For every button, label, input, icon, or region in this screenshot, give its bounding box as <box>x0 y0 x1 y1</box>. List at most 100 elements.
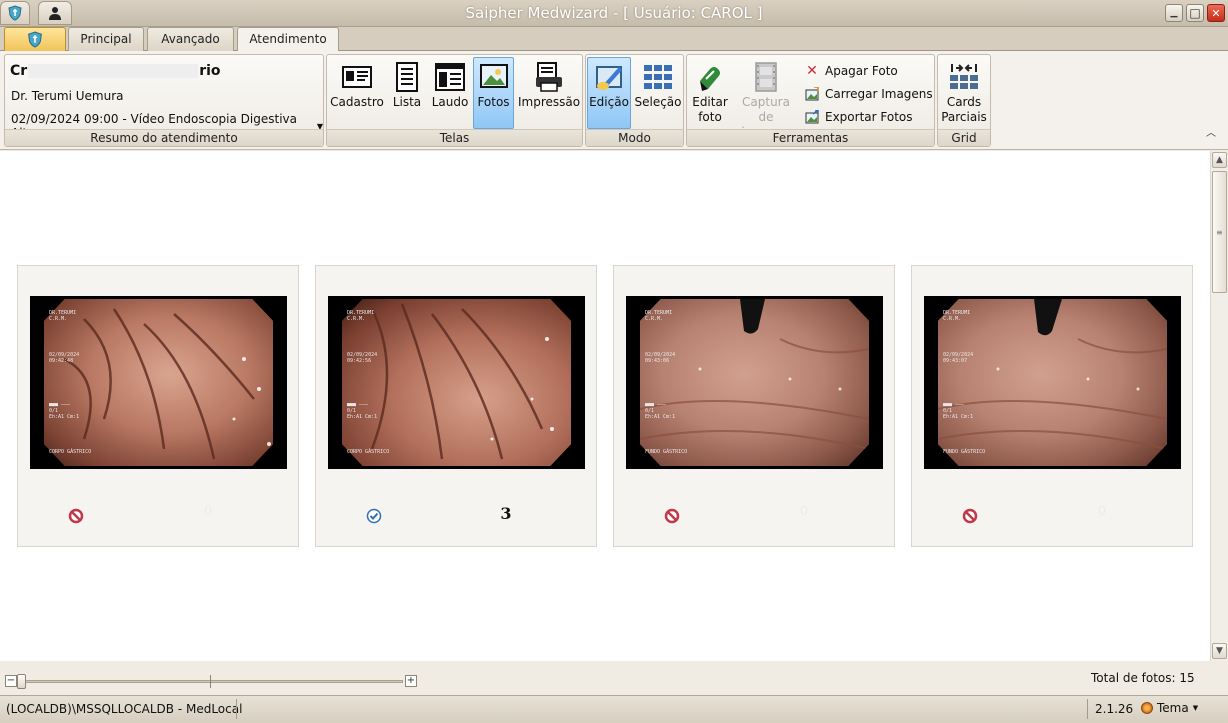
tab-avancado[interactable]: Avançado <box>147 27 234 51</box>
overlay-time: 09:42:48 <box>49 358 74 364</box>
collapse-ribbon-button[interactable]: ︿ <box>1204 127 1218 141</box>
grip-icon: ≡ <box>1216 228 1223 237</box>
apagar-foto-button[interactable]: ✕ Apagar Foto <box>805 61 898 81</box>
photo-overlay-top: DR.TERUMI C.R.M. <box>645 310 672 322</box>
group-ferramentas: Editar foto Captura de imagem ✕ Apagar F… <box>686 54 935 147</box>
selecao-label: Seleção <box>634 95 682 109</box>
prohibited-icon[interactable] <box>962 508 978 524</box>
endoscopy-photo[interactable]: DR.TERUMI C.R.M. 02/09/2024 09:42:48 ■■■… <box>30 296 287 469</box>
zoom-slider-thumb[interactable] <box>17 674 26 689</box>
prohibited-icon[interactable] <box>68 508 84 524</box>
theme-label: Tema <box>1157 701 1189 715</box>
exportar-fotos-label: Exportar Fotos <box>825 110 913 124</box>
overlay-meta3: Eh:A1 Cm:1 <box>943 414 974 420</box>
cards-parciais-button[interactable]: Cards Parciais <box>939 57 989 129</box>
patient-name-start: Cr <box>10 63 28 79</box>
overlay-time: 09:42:56 <box>347 358 372 364</box>
zoom-slider[interactable] <box>20 680 403 683</box>
close-button[interactable]: ✕ <box>1207 4 1225 22</box>
photo-overlay-datetime: 02/09/2024 09:42:48 <box>49 352 79 364</box>
cadastro-label: Cadastro <box>330 95 384 109</box>
minimize-icon: ▁ <box>1170 7 1178 18</box>
photos-area: DR.TERUMI C.R.M. 02/09/2024 09:42:48 ■■■… <box>0 151 1210 661</box>
lista-button[interactable]: Lista <box>388 57 426 129</box>
photo-overlay-meta: ■■■ ——— 0/1 Eh:A1 Cm:1 <box>943 402 973 420</box>
laudo-label: Laudo <box>431 95 469 109</box>
app-menu-button[interactable] <box>4 27 66 51</box>
lista-label: Lista <box>392 95 422 109</box>
photo-overlay-datetime: 02/09/2024 09:43:06 <box>645 352 675 364</box>
group-label-grid: Grid <box>938 129 990 146</box>
edit-brush-icon <box>596 66 622 90</box>
cadastro-button[interactable]: Cadastro <box>329 57 385 129</box>
selecao-button[interactable]: Seleção <box>633 57 683 129</box>
overlay-crm: C.R.M. <box>645 316 664 322</box>
patient-name: Cr rio <box>10 63 221 79</box>
photo-card[interactable]: DR.TERUMI C.R.M. 02/09/2024 09:43:07 ■■■… <box>911 265 1193 547</box>
total-photos-label: Total de fotos: 15 <box>1091 671 1195 685</box>
photo-card[interactable]: DR.TERUMI C.R.M. 02/09/2024 09:42:56 ■■■… <box>315 265 597 547</box>
fotos-label: Fotos <box>477 95 510 109</box>
impressao-button[interactable]: Impressão <box>517 57 581 129</box>
overlay-location: FUNDO GÁSTRICO <box>943 449 986 455</box>
photo-overlay-meta: ■■■ ——— 0/1 Eh:A1 Cm:1 <box>645 402 675 420</box>
overlay-location: CORPO GÁSTRICO <box>347 449 390 455</box>
maximize-button[interactable]: □ <box>1186 4 1204 22</box>
shield-icon <box>28 31 42 48</box>
editar-foto-button[interactable]: Editar foto <box>688 57 732 129</box>
patient-name-end: rio <box>199 63 221 79</box>
photo-overlay-top: DR.TERUMI C.R.M. <box>943 310 970 322</box>
report-layout-icon <box>435 63 465 91</box>
version-label: 2.1.26 <box>1095 702 1134 716</box>
zoom-out-button[interactable]: − <box>5 675 17 687</box>
photo-number: 3 <box>500 504 512 523</box>
photo-overlay-datetime: 02/09/2024 09:43:07 <box>943 352 973 364</box>
prohibited-icon[interactable] <box>664 508 680 524</box>
photo-overlay-top: DR.TERUMI C.R.M. <box>49 310 76 322</box>
captura-imagem-button[interactable]: Captura de imagem <box>733 57 799 139</box>
status-divider <box>1087 699 1088 719</box>
red-x-icon: ✕ <box>806 63 818 79</box>
tab-principal[interactable]: Principal <box>68 27 144 51</box>
minimize-button[interactable]: ▁ <box>1165 4 1183 22</box>
photo-overlay-top: DR.TERUMI C.R.M. <box>347 310 374 322</box>
scroll-down-button[interactable]: ▼ <box>1212 643 1227 659</box>
captura-label-1: Captura <box>742 95 790 109</box>
vertical-scrollbar[interactable]: ▲ ≡ ▼ <box>1210 151 1228 661</box>
cards-columns-icon <box>950 64 978 89</box>
theme-menu[interactable]: Tema ▼ <box>1141 701 1198 715</box>
connection-status: (LOCALDB)\MSSQLLOCALDB - MedLocal <box>6 702 243 716</box>
scroll-thumb[interactable]: ≡ <box>1212 171 1227 293</box>
zoom-tick <box>210 675 211 688</box>
cards-parciais-label-1: Cards <box>946 95 982 109</box>
carregar-imagens-button[interactable]: Carregar Imagens <box>805 84 933 104</box>
edit-photo-icon <box>700 67 720 91</box>
close-icon: ✕ <box>1211 6 1221 20</box>
plus-icon: + <box>406 675 416 686</box>
zoom-in-button[interactable]: + <box>405 675 417 687</box>
endoscopy-photo[interactable]: DR.TERUMI C.R.M. 02/09/2024 09:43:07 ■■■… <box>924 296 1181 469</box>
photo-number: 0 <box>1097 504 1107 519</box>
scroll-up-button[interactable]: ▲ <box>1212 152 1227 168</box>
fotos-button[interactable]: Fotos <box>473 57 514 129</box>
overlay-time: 09:43:06 <box>645 358 670 364</box>
edicao-button[interactable]: Edição <box>587 57 631 129</box>
check-circle-icon[interactable] <box>366 508 382 524</box>
printer-icon <box>536 62 562 92</box>
load-images-icon <box>805 87 819 101</box>
exportar-fotos-button[interactable]: Exportar Fotos <box>805 107 913 127</box>
chevron-down-icon: ▼ <box>1216 646 1223 656</box>
tab-atendimento[interactable]: Atendimento <box>237 27 339 52</box>
endoscopy-photo[interactable]: DR.TERUMI C.R.M. 02/09/2024 09:43:06 ■■■… <box>626 296 883 469</box>
laudo-button[interactable]: Laudo <box>429 57 471 129</box>
photo-icon <box>479 64 508 88</box>
patient-name-redacted <box>28 64 199 78</box>
photo-overlay-meta: ■■■ ——— 0/1 Eh:A1 Cm:1 <box>49 402 79 420</box>
doctor-name: Dr. Terumi Uemura <box>11 89 124 103</box>
edicao-label: Edição <box>589 95 629 109</box>
film-strip-icon <box>755 62 777 92</box>
photo-card[interactable]: DR.TERUMI C.R.M. 02/09/2024 09:43:06 ■■■… <box>613 265 895 547</box>
bottom-bar: − + Total de fotos: 15 <box>0 661 1228 695</box>
endoscopy-photo[interactable]: DR.TERUMI C.R.M. 02/09/2024 09:42:56 ■■■… <box>328 296 585 469</box>
photo-card[interactable]: DR.TERUMI C.R.M. 02/09/2024 09:42:48 ■■■… <box>17 265 299 547</box>
